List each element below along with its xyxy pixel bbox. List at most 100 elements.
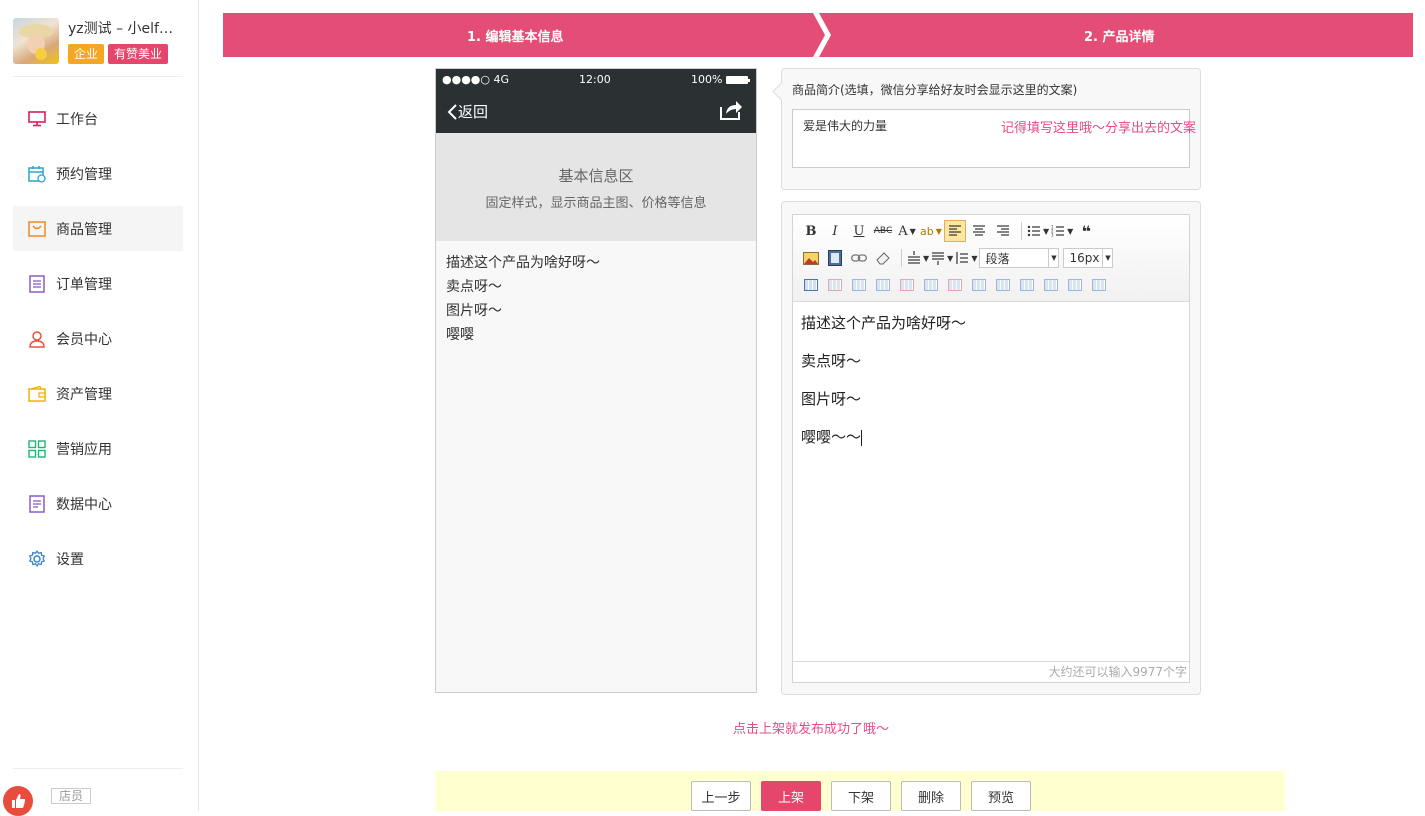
- sidebar-item-products[interactable]: 商品管理: [13, 206, 183, 251]
- split-columns-icon[interactable]: [1088, 274, 1110, 296]
- status-time: 12:00: [579, 73, 611, 86]
- description-line: 描述这个产品为啥好呀～: [446, 255, 600, 271]
- sidebar-item-settings[interactable]: 设置: [13, 536, 183, 581]
- ordered-list-icon[interactable]: 1 2 3 ▼: [1051, 220, 1073, 242]
- content-paragraph[interactable]: 描述这个产品为啥好呀～: [801, 312, 1181, 334]
- sidebar-item-label: 会员中心: [56, 331, 112, 348]
- thumbs-up-icon[interactable]: [3, 786, 33, 816]
- sidebar-item-orders[interactable]: 订单管理: [13, 261, 183, 306]
- share-icon[interactable]: [719, 99, 743, 125]
- step-1-label[interactable]: 1. 编辑基本信息: [467, 26, 564, 45]
- sidebar-item-label: 商品管理: [56, 221, 112, 238]
- table-caption-icon[interactable]: [848, 274, 870, 296]
- prev-step-button[interactable]: 上一步: [691, 781, 751, 811]
- publish-hint: 点击上架就发布成功了哦～: [733, 722, 890, 737]
- svg-text:3: 3: [1051, 233, 1054, 238]
- merge-cells-icon[interactable]: [968, 274, 990, 296]
- youzan-beauty-badge: 有赞美业: [108, 44, 169, 64]
- chevron-down-icon: ▼: [1102, 249, 1112, 267]
- line-height-icon[interactable]: ▼: [955, 247, 977, 269]
- wallet-icon: [26, 383, 48, 405]
- shop-avatar[interactable]: [13, 18, 59, 64]
- battery-icon: [726, 75, 751, 84]
- sidebar-divider: [13, 768, 183, 769]
- action-bar: 上一步 上架 下架 删除 预览: [435, 771, 1285, 811]
- rich-text-editor: B I U ABC A ▼ ab ▼ ▼ 1 2 3 ▼ ❝ ▼ ▼ ▼ 段落 …: [792, 214, 1190, 683]
- description-line: 嘤嘤: [446, 327, 474, 343]
- sidebar-item-workbench[interactable]: 工作台: [13, 96, 183, 141]
- sidebar-item-assets[interactable]: 资产管理: [13, 371, 183, 416]
- insert-image-icon[interactable]: [800, 247, 822, 269]
- paragraph-spacing-bottom-icon[interactable]: ▼: [931, 247, 953, 269]
- sidebar-item-label: 预约管理: [56, 166, 112, 183]
- unordered-list-icon[interactable]: ▼: [1027, 220, 1049, 242]
- product-detail-card: B I U ABC A ▼ ab ▼ ▼ 1 2 3 ▼ ❝ ▼ ▼ ▼ 段落 …: [781, 201, 1201, 695]
- sidebar-divider: [13, 76, 183, 77]
- basic-info-title: 基本信息区: [558, 167, 634, 185]
- content-paragraph-last[interactable]: 嘤嘤～～: [801, 426, 1181, 448]
- split-rows-icon[interactable]: [1064, 274, 1086, 296]
- merge-right-icon[interactable]: [992, 274, 1014, 296]
- sidebar-item-appointments[interactable]: 预约管理: [13, 151, 183, 196]
- paragraph-format-select[interactable]: 段落 ▼: [979, 248, 1060, 268]
- delete-table-icon[interactable]: [824, 274, 846, 296]
- split-cells-icon[interactable]: [1040, 274, 1062, 296]
- role-badge: 店员: [51, 788, 92, 804]
- basic-info-area: 基本信息区 固定样式，显示商品主图、价格等信息: [436, 133, 756, 241]
- preview-button[interactable]: 预览: [971, 781, 1031, 811]
- merge-down-icon[interactable]: [1016, 274, 1038, 296]
- blockquote-icon[interactable]: ❝: [1075, 220, 1097, 242]
- insert-row-icon[interactable]: [872, 274, 894, 296]
- sidebar-item-marketing[interactable]: 营销应用: [13, 426, 183, 471]
- editor-toolbar: B I U ABC A ▼ ab ▼ ▼ 1 2 3 ▼ ❝ ▼ ▼ ▼ 段落 …: [793, 215, 1189, 302]
- insert-column-icon[interactable]: [920, 274, 942, 296]
- align-left-icon[interactable]: [944, 220, 966, 242]
- sidebar-item-members[interactable]: 会员中心: [13, 316, 183, 361]
- content-text: 嘤嘤～～: [801, 428, 862, 446]
- product-box-icon: [26, 218, 48, 240]
- eraser-icon[interactable]: [872, 247, 894, 269]
- delete-column-icon[interactable]: [944, 274, 966, 296]
- step-2-label[interactable]: 2. 产品详情: [1084, 26, 1155, 45]
- back-button[interactable]: 返回: [446, 101, 488, 122]
- insert-video-icon[interactable]: [824, 247, 846, 269]
- content-paragraph[interactable]: 卖点呀～: [801, 350, 1181, 372]
- shop-info[interactable]: yz测试 – 小elf的店铺 企业 有赞美业: [13, 18, 184, 68]
- align-center-icon[interactable]: [968, 220, 990, 242]
- toolbar-separator: [1021, 222, 1022, 240]
- product-intro-label: 商品简介(选填，微信分享给好友时会显示这里的文案): [792, 83, 1078, 97]
- insert-table-icon[interactable]: [800, 274, 822, 296]
- phone-status-bar: ●●●●○ 4G 12:00 100%: [436, 69, 756, 89]
- content-paragraph[interactable]: 图片呀～: [801, 388, 1181, 410]
- sidebar-item-label: 数据中心: [56, 496, 112, 513]
- bold-icon[interactable]: B: [800, 220, 822, 242]
- sidebar-item-data-center[interactable]: 数据中心: [13, 481, 183, 526]
- align-right-icon[interactable]: [992, 220, 1014, 242]
- publish-button[interactable]: 上架: [761, 781, 821, 811]
- strikethrough-icon[interactable]: ABC: [872, 220, 894, 242]
- member-user-icon: [26, 328, 48, 350]
- sidebar-nav: 工作台 预约管理 商品管理 订单管理 会员中心 资产管理 营销应用 数据中心 设…: [13, 96, 183, 591]
- font-size-select[interactable]: 16px ▼: [1063, 248, 1114, 268]
- delete-row-icon[interactable]: [896, 274, 918, 296]
- highlight-color-icon[interactable]: ab ▼: [920, 220, 942, 242]
- phone-preview: ●●●●○ 4G 12:00 100% 返回 基本信息区 固定样式，显示商品主图…: [435, 68, 757, 693]
- shop-name[interactable]: yz测试 – 小elf的店铺: [68, 18, 184, 38]
- unpublish-button[interactable]: 下架: [831, 781, 891, 811]
- toolbar-row: B I U ABC A ▼ ab ▼ ▼ 1 2 3 ▼ ❝: [800, 220, 1099, 242]
- insert-link-icon[interactable]: [848, 247, 870, 269]
- font-color-icon[interactable]: A ▼: [896, 220, 918, 242]
- enterprise-badge: 企业: [68, 44, 105, 64]
- underline-icon[interactable]: U: [848, 220, 870, 242]
- paragraph-spacing-top-icon[interactable]: ▼: [907, 247, 929, 269]
- step-progress-bar: 1. 编辑基本信息 2. 产品详情: [223, 13, 1413, 57]
- data-report-icon: [26, 493, 48, 515]
- text-cursor: [861, 429, 863, 446]
- editor-content[interactable]: 描述这个产品为啥好呀～ 卖点呀～ 图片呀～ 嘤嘤～～: [801, 312, 1181, 464]
- intro-hint: 记得填写这里哦～分享出去的文案: [1001, 121, 1197, 136]
- delete-button[interactable]: 删除: [901, 781, 961, 811]
- back-label: 返回: [458, 103, 489, 121]
- description-line: 图片呀～: [446, 303, 502, 319]
- italic-icon[interactable]: I: [824, 220, 846, 242]
- battery-indicator: 100%: [691, 73, 751, 86]
